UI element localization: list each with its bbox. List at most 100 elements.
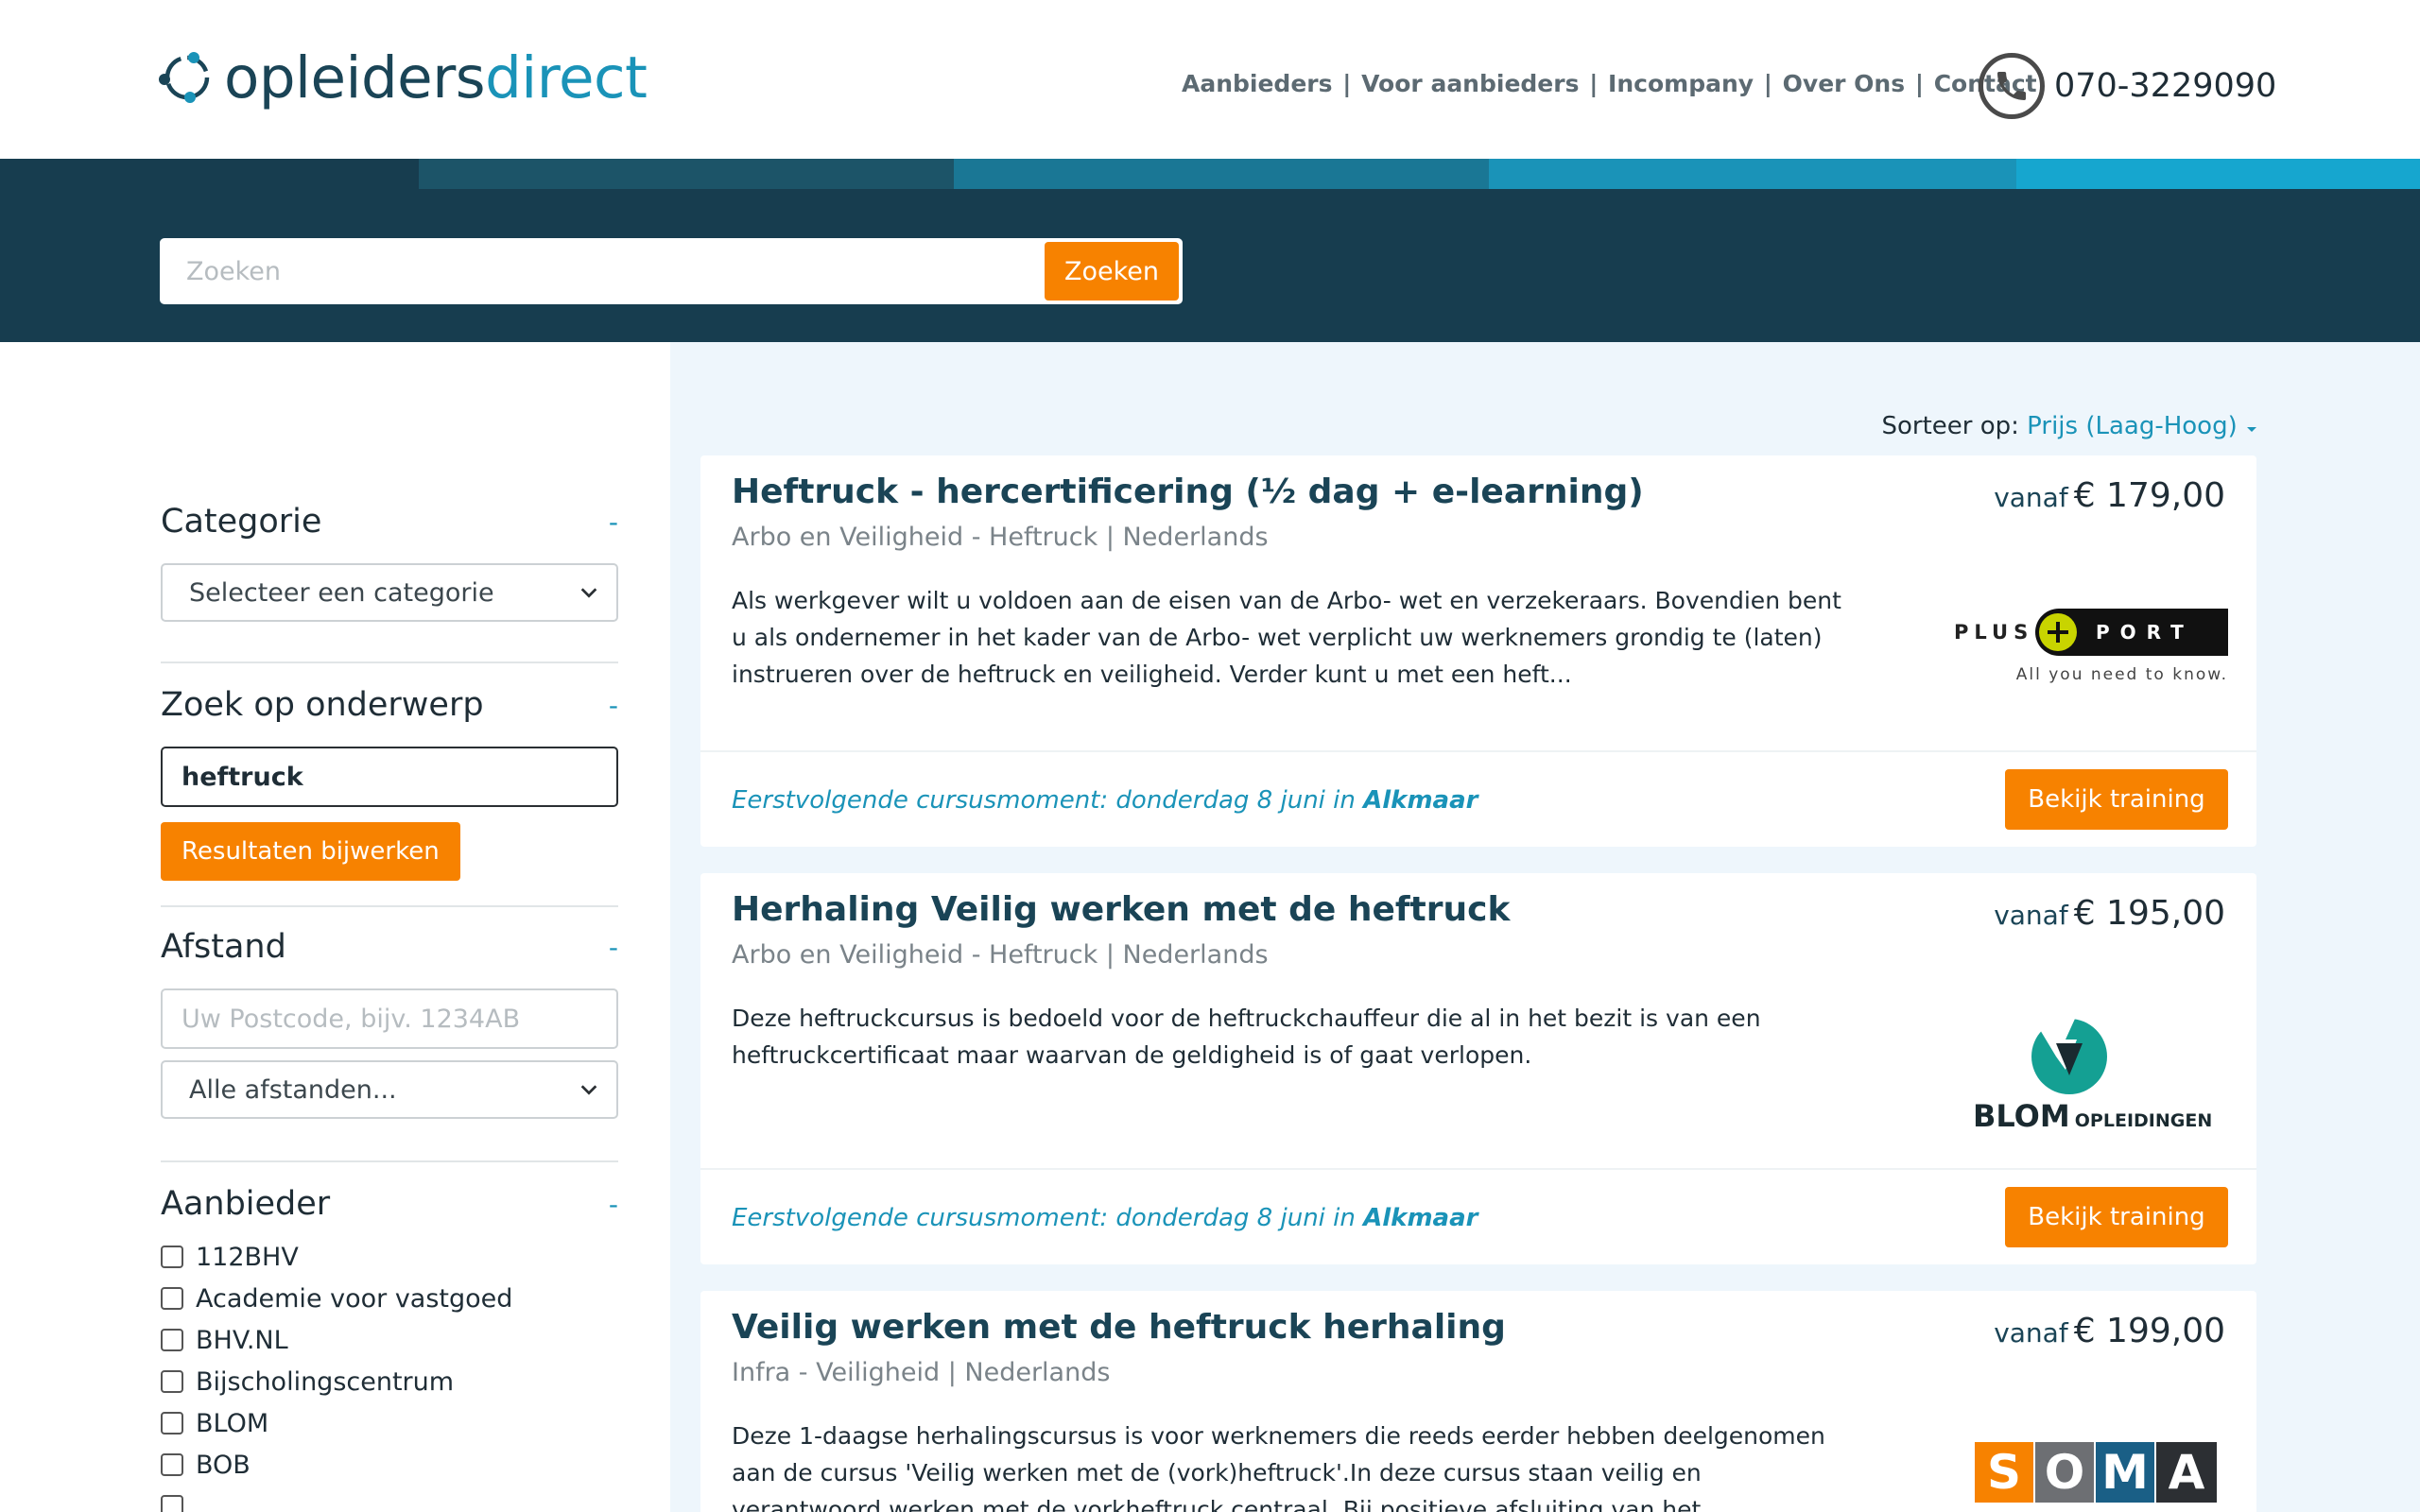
provider-checkbox-bob[interactable]: BOB bbox=[161, 1444, 618, 1486]
provider-list: 112BHV Academie voor vastgoed BHV.NL Bij… bbox=[161, 1236, 618, 1512]
provider-label: BOB bbox=[196, 1450, 251, 1480]
subject-input[interactable]: heftruck bbox=[161, 747, 618, 807]
logo-wordmark: opleidersdirect bbox=[224, 49, 648, 107]
result-card: Heftruck - hercertificering (½ dag + e-l… bbox=[700, 455, 2256, 847]
course-description: Deze 1-daagse herhalingscursus is voor w… bbox=[732, 1422, 1825, 1512]
filter-heading: Aanbieder bbox=[161, 1185, 331, 1223]
logo-letter: S bbox=[1975, 1442, 2035, 1503]
course-description: Als werkgever wilt u voldoen aan de eise… bbox=[732, 587, 1841, 688]
next-session-prefix: Eerstvolgende cursusmoment: donderdag 8 … bbox=[732, 786, 1356, 815]
course-meta: Arbo en Veiligheid - Heftruck | Nederlan… bbox=[732, 940, 1269, 970]
provider-checkbox-112bhv[interactable]: 112BHV bbox=[161, 1236, 618, 1278]
price-value: € 199,00 bbox=[2073, 1312, 2225, 1350]
provider-logo-plusport: PLUS PORT All you need to know. bbox=[1954, 609, 2228, 722]
provider-label: Academie voor vastgoed bbox=[196, 1283, 513, 1314]
phone-number: 070-3229090 bbox=[2054, 67, 2277, 105]
nav-incompany[interactable]: Incompany bbox=[1608, 70, 1754, 97]
collapse-toggle[interactable]: - bbox=[609, 1189, 618, 1220]
provider-label: Bijscholingscentrum bbox=[196, 1366, 455, 1397]
course-title[interactable]: Herhaling Veilig werken met de heftruck bbox=[732, 890, 1510, 929]
logo-letter: O bbox=[2035, 1442, 2096, 1503]
view-training-button[interactable]: Bekijk training bbox=[2005, 769, 2228, 830]
postcode-input[interactable]: Uw Postcode, bijv. 1234AB bbox=[161, 988, 618, 1049]
search-button[interactable]: Zoeken bbox=[1045, 242, 1179, 301]
course-title[interactable]: Heftruck - hercertificering (½ dag + e-l… bbox=[732, 472, 1644, 511]
checkbox[interactable] bbox=[161, 1495, 183, 1512]
phone-contact[interactable]: 070-3229090 bbox=[1979, 53, 2276, 119]
card-footer: Eerstvolgende cursusmoment: donderdag 8 … bbox=[700, 750, 2256, 847]
distance-select-value: Alle afstanden... bbox=[189, 1074, 397, 1105]
logo-tagline: OPLEIDINGEN bbox=[2074, 1110, 2213, 1131]
provider-checkbox-next[interactable] bbox=[161, 1486, 618, 1512]
price-prefix: vanaf bbox=[1994, 1317, 2068, 1349]
price-prefix: vanaf bbox=[1994, 900, 2068, 931]
filter-divider bbox=[161, 662, 618, 663]
checkbox[interactable] bbox=[161, 1246, 183, 1268]
checkbox[interactable] bbox=[161, 1287, 183, 1310]
logo-wordmark: BLOM bbox=[1973, 1098, 2070, 1134]
provider-checkbox-academie[interactable]: Academie voor vastgoed bbox=[161, 1278, 618, 1319]
logo-tagline: All you need to know. bbox=[2015, 665, 2228, 684]
logo-word-direct: direct bbox=[485, 43, 648, 112]
logo-word-opleiders: opleiders bbox=[224, 43, 486, 112]
banner-stripe bbox=[954, 159, 1489, 189]
filter-onderwerp: Zoek op onderwerp - heftruck bbox=[161, 686, 618, 807]
search-input[interactable] bbox=[164, 242, 1045, 301]
phone-icon bbox=[1979, 53, 2045, 119]
banner-stripe bbox=[2016, 159, 2420, 189]
distance-select[interactable]: Alle afstanden... bbox=[161, 1060, 618, 1119]
plus-circle-icon bbox=[2039, 613, 2077, 651]
category-select-value: Selecteer een categorie bbox=[189, 577, 494, 608]
checkbox[interactable] bbox=[161, 1329, 183, 1351]
logo-mark-icon bbox=[159, 52, 210, 103]
next-session: Eerstvolgende cursusmoment: donderdag 8 … bbox=[732, 786, 1478, 815]
filter-heading: Afstand bbox=[161, 928, 286, 966]
checkbox[interactable] bbox=[161, 1412, 183, 1435]
result-card: Veilig werken met de heftruck herhaling … bbox=[700, 1291, 2256, 1512]
site-logo[interactable]: opleidersdirect bbox=[156, 42, 648, 113]
filter-title-onderwerp: Zoek op onderwerp - bbox=[161, 686, 618, 724]
collapse-toggle[interactable]: - bbox=[609, 690, 618, 721]
results-panel: Sorteer op: Prijs (Laag-Hoog) Heftruck -… bbox=[670, 342, 2420, 1512]
filter-divider bbox=[161, 905, 618, 907]
sort-label: Sorteer op: bbox=[1881, 412, 2019, 440]
next-session: Eerstvolgende cursusmoment: donderdag 8 … bbox=[732, 1204, 1478, 1232]
blom-mark-icon bbox=[2031, 1019, 2107, 1094]
top-navigation: Aanbieders | Voor aanbieders | Incompany… bbox=[1182, 70, 2037, 97]
nav-over-ons[interactable]: Over Ons bbox=[1783, 70, 1905, 97]
logo-letter: M bbox=[2096, 1442, 2156, 1503]
category-select[interactable]: Selecteer een categorie bbox=[161, 563, 618, 622]
collapse-toggle[interactable]: - bbox=[609, 932, 618, 963]
update-results-button[interactable]: Resultaten bijwerken bbox=[161, 822, 460, 881]
checkbox[interactable] bbox=[161, 1370, 183, 1393]
nav-voor-aanbieders[interactable]: Voor aanbieders bbox=[1361, 70, 1579, 97]
collapse-toggle[interactable]: - bbox=[609, 507, 618, 538]
provider-checkbox-bhv-nl[interactable]: BHV.NL bbox=[161, 1319, 618, 1361]
next-session-city: Alkmaar bbox=[1363, 1204, 1478, 1232]
provider-label: 112BHV bbox=[196, 1242, 299, 1272]
provider-checkbox-blom[interactable]: BLOM bbox=[161, 1402, 618, 1444]
provider-label: BLOM bbox=[196, 1408, 269, 1438]
course-meta: Arbo en Veiligheid - Heftruck | Nederlan… bbox=[732, 523, 1269, 552]
banner-stripe bbox=[1489, 159, 2016, 189]
price-prefix: vanaf bbox=[1994, 482, 2068, 513]
postcode-placeholder: Uw Postcode, bijv. 1234AB bbox=[182, 1004, 521, 1034]
filter-title-categorie: Categorie - bbox=[161, 503, 618, 541]
filter-title-aanbieder: Aanbieder - bbox=[161, 1185, 618, 1223]
provider-checkbox-bijscholingscentrum[interactable]: Bijscholingscentrum bbox=[161, 1361, 618, 1402]
logo-letter: A bbox=[2156, 1442, 2217, 1503]
caret-down-icon bbox=[2247, 427, 2256, 432]
price-value: € 195,00 bbox=[2073, 894, 2225, 933]
provider-logo-soma: S O M A bbox=[1954, 1442, 2228, 1512]
view-training-button[interactable]: Bekijk training bbox=[2005, 1187, 2228, 1247]
course-description: Deze heftruckcursus is bedoeld voor de h… bbox=[732, 1005, 1761, 1069]
card-footer: Eerstvolgende cursusmoment: donderdag 8 … bbox=[700, 1168, 2256, 1264]
next-session-prefix: Eerstvolgende cursusmoment: donderdag 8 … bbox=[732, 1204, 1356, 1232]
sort-value[interactable]: Prijs (Laag-Hoog) bbox=[2027, 412, 2238, 440]
checkbox[interactable] bbox=[161, 1453, 183, 1476]
course-title[interactable]: Veilig werken met de heftruck herhaling bbox=[732, 1308, 1506, 1347]
site-header: opleidersdirect Aanbieders | Voor aanbie… bbox=[0, 0, 2420, 159]
sort-control[interactable]: Sorteer op: Prijs (Laag-Hoog) bbox=[1881, 412, 2258, 440]
nav-aanbieders[interactable]: Aanbieders bbox=[1182, 70, 1333, 97]
filter-heading: Categorie bbox=[161, 503, 322, 541]
